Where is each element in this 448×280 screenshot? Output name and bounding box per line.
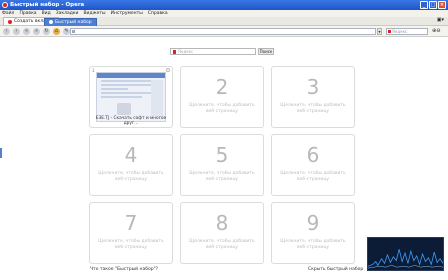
cell-number: 7 — [124, 211, 138, 235]
what-is-speed-dial-link[interactable]: Что такое "Быстрый набор"? — [90, 267, 158, 272]
speed-dial-cell-5[interactable]: 5 Щелкните, чтобы добавить веб-страницу — [180, 134, 264, 196]
tab-strip: Быстрый набор — [0, 17, 97, 26]
maximize-button[interactable]: □ — [429, 1, 437, 9]
speed-dial-cell-9[interactable]: 9 Щелкните, чтобы добавить веб-страницу — [271, 202, 355, 264]
opera-logo-icon — [2, 2, 8, 8]
cell-number: 6 — [306, 143, 320, 167]
address-field[interactable] — [70, 28, 376, 35]
menu-view[interactable]: Вид — [42, 11, 51, 16]
toolbar-search-input[interactable]: Яндекс — [386, 28, 428, 35]
reload-icon[interactable]: ↻ — [43, 27, 50, 35]
close-icon[interactable] — [166, 68, 170, 72]
menu-help[interactable]: Справка — [148, 11, 168, 16]
menu-bar: Файл Правка Вид Закладки Виджеты Инструм… — [0, 10, 448, 17]
speed-dial-cell-2[interactable]: 2 Щелкните, чтобы добавить веб-страницу — [180, 66, 264, 128]
cell-hint: Щелкните, чтобы добавить веб-страницу — [98, 239, 164, 250]
cell-number: 2 — [215, 75, 229, 99]
menu-file[interactable]: Файл — [2, 11, 14, 16]
cell-number: 5 — [215, 143, 229, 167]
cell-hint: Щелкните, чтобы добавить веб-страницу — [189, 239, 255, 250]
address-dropdown-icon[interactable]: ▾ — [377, 28, 382, 35]
speed-dial-cell-3[interactable]: 3 Щелкните, чтобы добавить веб-страницу — [271, 66, 355, 128]
cell-hint: Щелкните, чтобы добавить веб-страницу — [189, 103, 255, 114]
speed-dial-search-button[interactable]: Поиск — [258, 48, 274, 55]
speed-dial-cell-1[interactable]: 1 E3E.TJ - Скачать софт и многое друг... — [89, 66, 173, 128]
window-controls: _ □ × — [420, 1, 446, 9]
cell-hint: Щелкните, чтобы добавить веб-страницу — [98, 171, 164, 182]
rewind-icon[interactable]: « — [23, 27, 30, 35]
window-title: Быстрый набор - Opera — [10, 2, 85, 8]
cell-hint: Щелкните, чтобы добавить веб-страницу — [280, 103, 346, 114]
menu-widgets[interactable]: Виджеты — [83, 11, 105, 16]
speed-dial-search-placeholder: Яндекс — [178, 49, 194, 54]
speed-dial-tab-icon — [49, 20, 53, 24]
cell-number: 4 — [124, 143, 138, 167]
menu-tools[interactable]: Инструменты — [111, 11, 143, 16]
fast-forward-icon[interactable]: » — [33, 27, 40, 35]
cell-number: 1 — [92, 68, 95, 73]
speed-dial-cell-7[interactable]: 7 Щелкните, чтобы добавить веб-страницу — [89, 202, 173, 264]
minimize-button[interactable]: _ — [420, 1, 428, 9]
menu-bookmarks[interactable]: Закладки — [56, 11, 79, 16]
cell-number: 3 — [306, 75, 320, 99]
cell-number: 8 — [215, 211, 229, 235]
hide-speed-dial-link[interactable]: Скрыть быстрый набор — [308, 267, 363, 272]
speed-dial-search-input[interactable]: Яндекс — [170, 48, 256, 55]
zoom-icon[interactable]: ⊕⊖ — [432, 28, 440, 34]
cell-number: 9 — [306, 211, 320, 235]
page-thumbnail — [96, 72, 166, 122]
close-button[interactable]: × — [438, 1, 446, 9]
edit-icon[interactable]: ✎ — [63, 27, 70, 35]
speed-dial-cell-4[interactable]: 4 Щелкните, чтобы добавить веб-страницу — [89, 134, 173, 196]
back-icon[interactable]: ‹ — [3, 27, 10, 35]
tab-speed-dial-label: Быстрый набор — [55, 19, 92, 25]
panel-toggle-icon[interactable] — [0, 148, 2, 158]
home-icon[interactable]: ⌂ — [53, 27, 60, 35]
cell-hint: Щелкните, чтобы добавить веб-страницу — [280, 171, 346, 182]
network-activity-graph — [367, 237, 444, 271]
cell-label: E3E.TJ - Скачать софт и многое друг... — [95, 116, 167, 126]
speed-dial-cell-6[interactable]: 6 Щелкните, чтобы добавить веб-страницу — [271, 134, 355, 196]
yandex-icon — [388, 30, 391, 33]
speed-dial-cell-8[interactable]: 8 Щелкните, чтобы добавить веб-страницу — [180, 202, 264, 264]
cell-hint: Щелкните, чтобы добавить веб-страницу — [189, 171, 255, 182]
speed-dial-page: Яндекс Поиск 1 E3E.TJ - Скачать софт и м… — [0, 37, 448, 280]
forward-icon[interactable]: › — [13, 27, 20, 35]
yandex-search-icon — [173, 50, 176, 54]
page-icon — [72, 30, 75, 33]
page-menu-icon[interactable]: ▣▾ — [437, 17, 444, 23]
cell-hint: Щелкните, чтобы добавить веб-страницу — [280, 239, 346, 250]
toolbar-search-placeholder: Яндекс — [392, 29, 408, 34]
menu-edit[interactable]: Правка — [19, 11, 36, 16]
title-bar: Быстрый набор - Opera _ □ × — [0, 0, 448, 10]
tab-speed-dial[interactable]: Быстрый набор — [44, 17, 97, 26]
